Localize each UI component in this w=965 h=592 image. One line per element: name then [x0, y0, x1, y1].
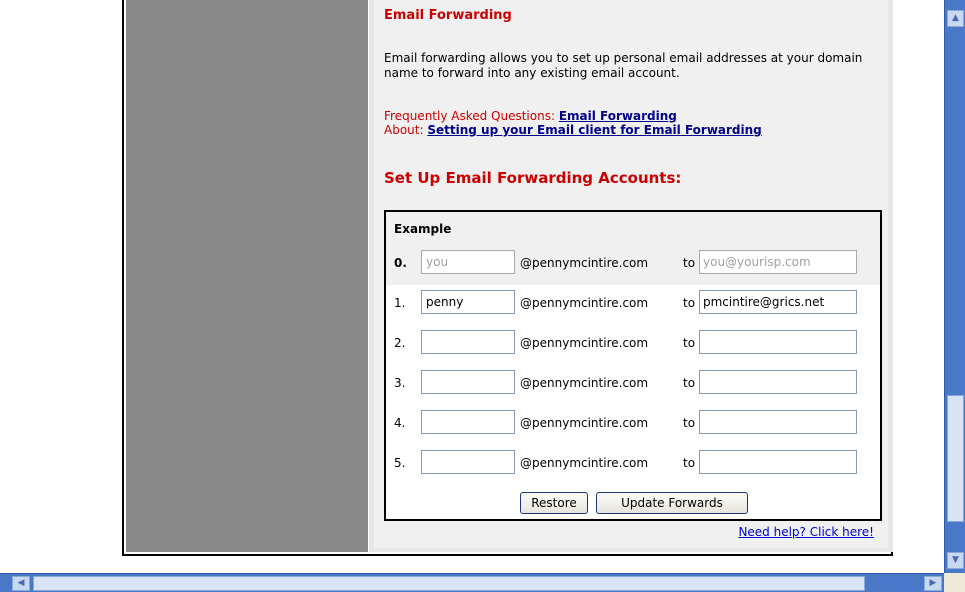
to-label: to: [683, 416, 696, 430]
row-number: 2.: [394, 336, 406, 350]
domain-suffix: @pennymcintire.com: [520, 256, 649, 270]
example-dest-input[interactable]: [699, 250, 857, 274]
user-input-5[interactable]: [421, 450, 515, 474]
row-number: 0.: [394, 256, 407, 270]
rows-area: [386, 285, 880, 519]
main-content: Email Forwarding Email forwarding allows…: [369, 0, 893, 552]
domain-suffix: @pennymcintire.com: [520, 296, 649, 310]
domain-suffix: @pennymcintire.com: [520, 376, 649, 390]
forward-row-5: 5. @pennymcintire.com to: [386, 450, 880, 476]
to-label: to: [683, 296, 696, 310]
forward-row-4: 4. @pennymcintire.com to: [386, 410, 880, 436]
page-container: Email Forwarding Email forwarding allows…: [122, 0, 893, 556]
dest-input-5[interactable]: [699, 450, 857, 474]
about-label: About:: [384, 123, 424, 137]
faq-label: Frequently Asked Questions:: [384, 109, 556, 123]
user-input-3[interactable]: [421, 370, 515, 394]
user-input-1[interactable]: [421, 290, 515, 314]
scroll-right-arrow-icon[interactable]: ▶: [924, 576, 942, 591]
user-input-2[interactable]: [421, 330, 515, 354]
example-user-input[interactable]: [421, 250, 515, 274]
dest-input-1[interactable]: [699, 290, 857, 314]
faq-email-forwarding-link[interactable]: Email Forwarding: [559, 109, 677, 123]
example-title: Example: [394, 222, 452, 236]
to-label: to: [683, 456, 696, 470]
forward-row-2: 2. @pennymcintire.com to: [386, 330, 880, 356]
page-viewport: Email Forwarding Email forwarding allows…: [0, 0, 944, 573]
help-link[interactable]: Need help? Click here!: [738, 525, 874, 539]
to-label: to: [683, 376, 696, 390]
user-input-4[interactable]: [421, 410, 515, 434]
restore-button[interactable]: Restore: [520, 492, 588, 514]
content-panel: Email Forwarding Email forwarding allows…: [374, 0, 888, 548]
forward-row-3: 3. @pennymcintire.com to: [386, 370, 880, 396]
row-number: 3.: [394, 376, 406, 390]
scroll-down-arrow-icon[interactable]: ▼: [947, 552, 964, 569]
vertical-scrollbar[interactable]: ▲ ▼: [944, 0, 965, 573]
scroll-track[interactable]: [947, 29, 964, 394]
dest-input-4[interactable]: [699, 410, 857, 434]
vertical-scroll-thumb[interactable]: [947, 395, 964, 522]
row-number: 1.: [394, 296, 406, 310]
example-row: 0. @pennymcintire.com to: [386, 250, 880, 276]
forwarding-form: Example 0. @pennymcintire.com to 1. @pen…: [384, 210, 882, 521]
update-forwards-button[interactable]: Update Forwards: [596, 492, 748, 514]
to-label: to: [683, 256, 696, 270]
forward-row-1: 1. @pennymcintire.com to: [386, 290, 880, 316]
row-number: 4.: [394, 416, 406, 430]
horizontal-scrollbar[interactable]: ◀ ▶: [0, 573, 944, 592]
domain-suffix: @pennymcintire.com: [520, 456, 649, 470]
scroll-left-arrow-icon[interactable]: ◀: [12, 576, 30, 591]
to-label: to: [683, 336, 696, 350]
left-sidebar: [126, 0, 368, 552]
dest-input-2[interactable]: [699, 330, 857, 354]
page-title: Email Forwarding: [384, 8, 512, 23]
about-setup-client-link[interactable]: Setting up your Email client for Email F…: [427, 123, 761, 137]
horizontal-scroll-thumb[interactable]: [33, 576, 865, 591]
help-link-container: Need help? Click here!: [738, 525, 874, 539]
domain-suffix: @pennymcintire.com: [520, 336, 649, 350]
setup-heading: Set Up Email Forwarding Accounts:: [384, 169, 682, 187]
faq-block: Frequently Asked Questions: Email Forwar…: [384, 109, 762, 137]
row-number: 5.: [394, 456, 406, 470]
scrollbar-corner: [944, 573, 965, 592]
domain-suffix: @pennymcintire.com: [520, 416, 649, 430]
intro-text: Email forwarding allows you to set up pe…: [384, 51, 863, 80]
dest-input-3[interactable]: [699, 370, 857, 394]
scroll-up-arrow-icon[interactable]: ▲: [947, 10, 964, 27]
